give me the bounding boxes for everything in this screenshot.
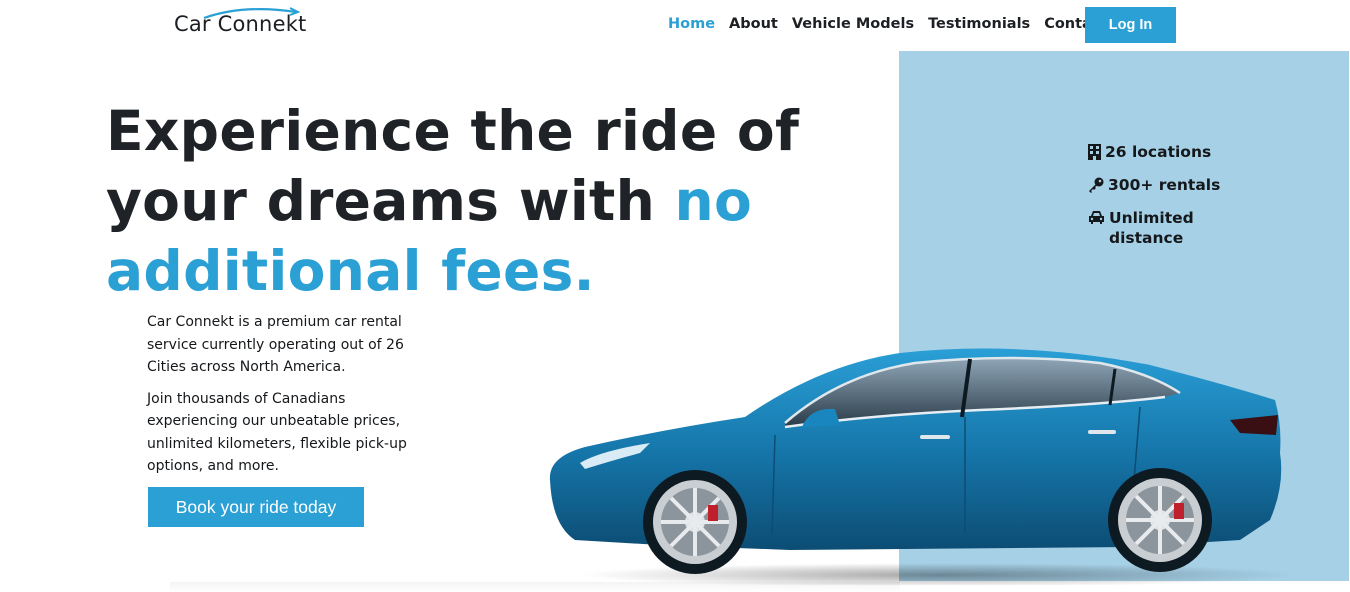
building-icon: [1088, 144, 1101, 160]
hero-paragraph-2: Join thousands of Canadians experiencing…: [147, 390, 407, 475]
hero-paragraph-1: Car Connekt is a premium car rental serv…: [147, 314, 404, 375]
stat-label: 26 locations: [1105, 143, 1212, 161]
stat-locations: 26 locations: [1088, 142, 1220, 162]
car-icon: [1089, 211, 1104, 224]
main-nav: Home About Vehicle Models Testimonials C…: [668, 16, 1121, 32]
brand-logo[interactable]: Car Connekt: [174, 7, 307, 36]
stat-distance: Unlimited distance: [1088, 208, 1220, 248]
hero-title: Experience the ride of your dreams with …: [106, 96, 926, 306]
stat-label: Unlimited distance: [1109, 209, 1194, 247]
nav-testimonials[interactable]: Testimonials: [928, 16, 1030, 32]
login-button[interactable]: Log In: [1085, 7, 1176, 43]
stat-rentals: 300+ rentals: [1088, 175, 1220, 195]
key-icon: [1089, 177, 1104, 193]
rear-wheel: [1108, 468, 1212, 572]
nav-home[interactable]: Home: [668, 16, 715, 32]
front-wheel: [643, 470, 747, 574]
logo-swoosh-icon: [203, 7, 301, 20]
hero-description: Car Connekt is a premium car rental serv…: [147, 311, 417, 487]
nav-about[interactable]: About: [729, 16, 778, 32]
stat-label: 300+ rentals: [1108, 176, 1221, 194]
nav-vehicle-models[interactable]: Vehicle Models: [792, 16, 914, 32]
car-image: [549, 348, 1290, 585]
stats-list: 26 locations 300+ rentals Unlimited dist…: [1088, 142, 1220, 261]
book-ride-button[interactable]: Book your ride today: [148, 487, 364, 527]
